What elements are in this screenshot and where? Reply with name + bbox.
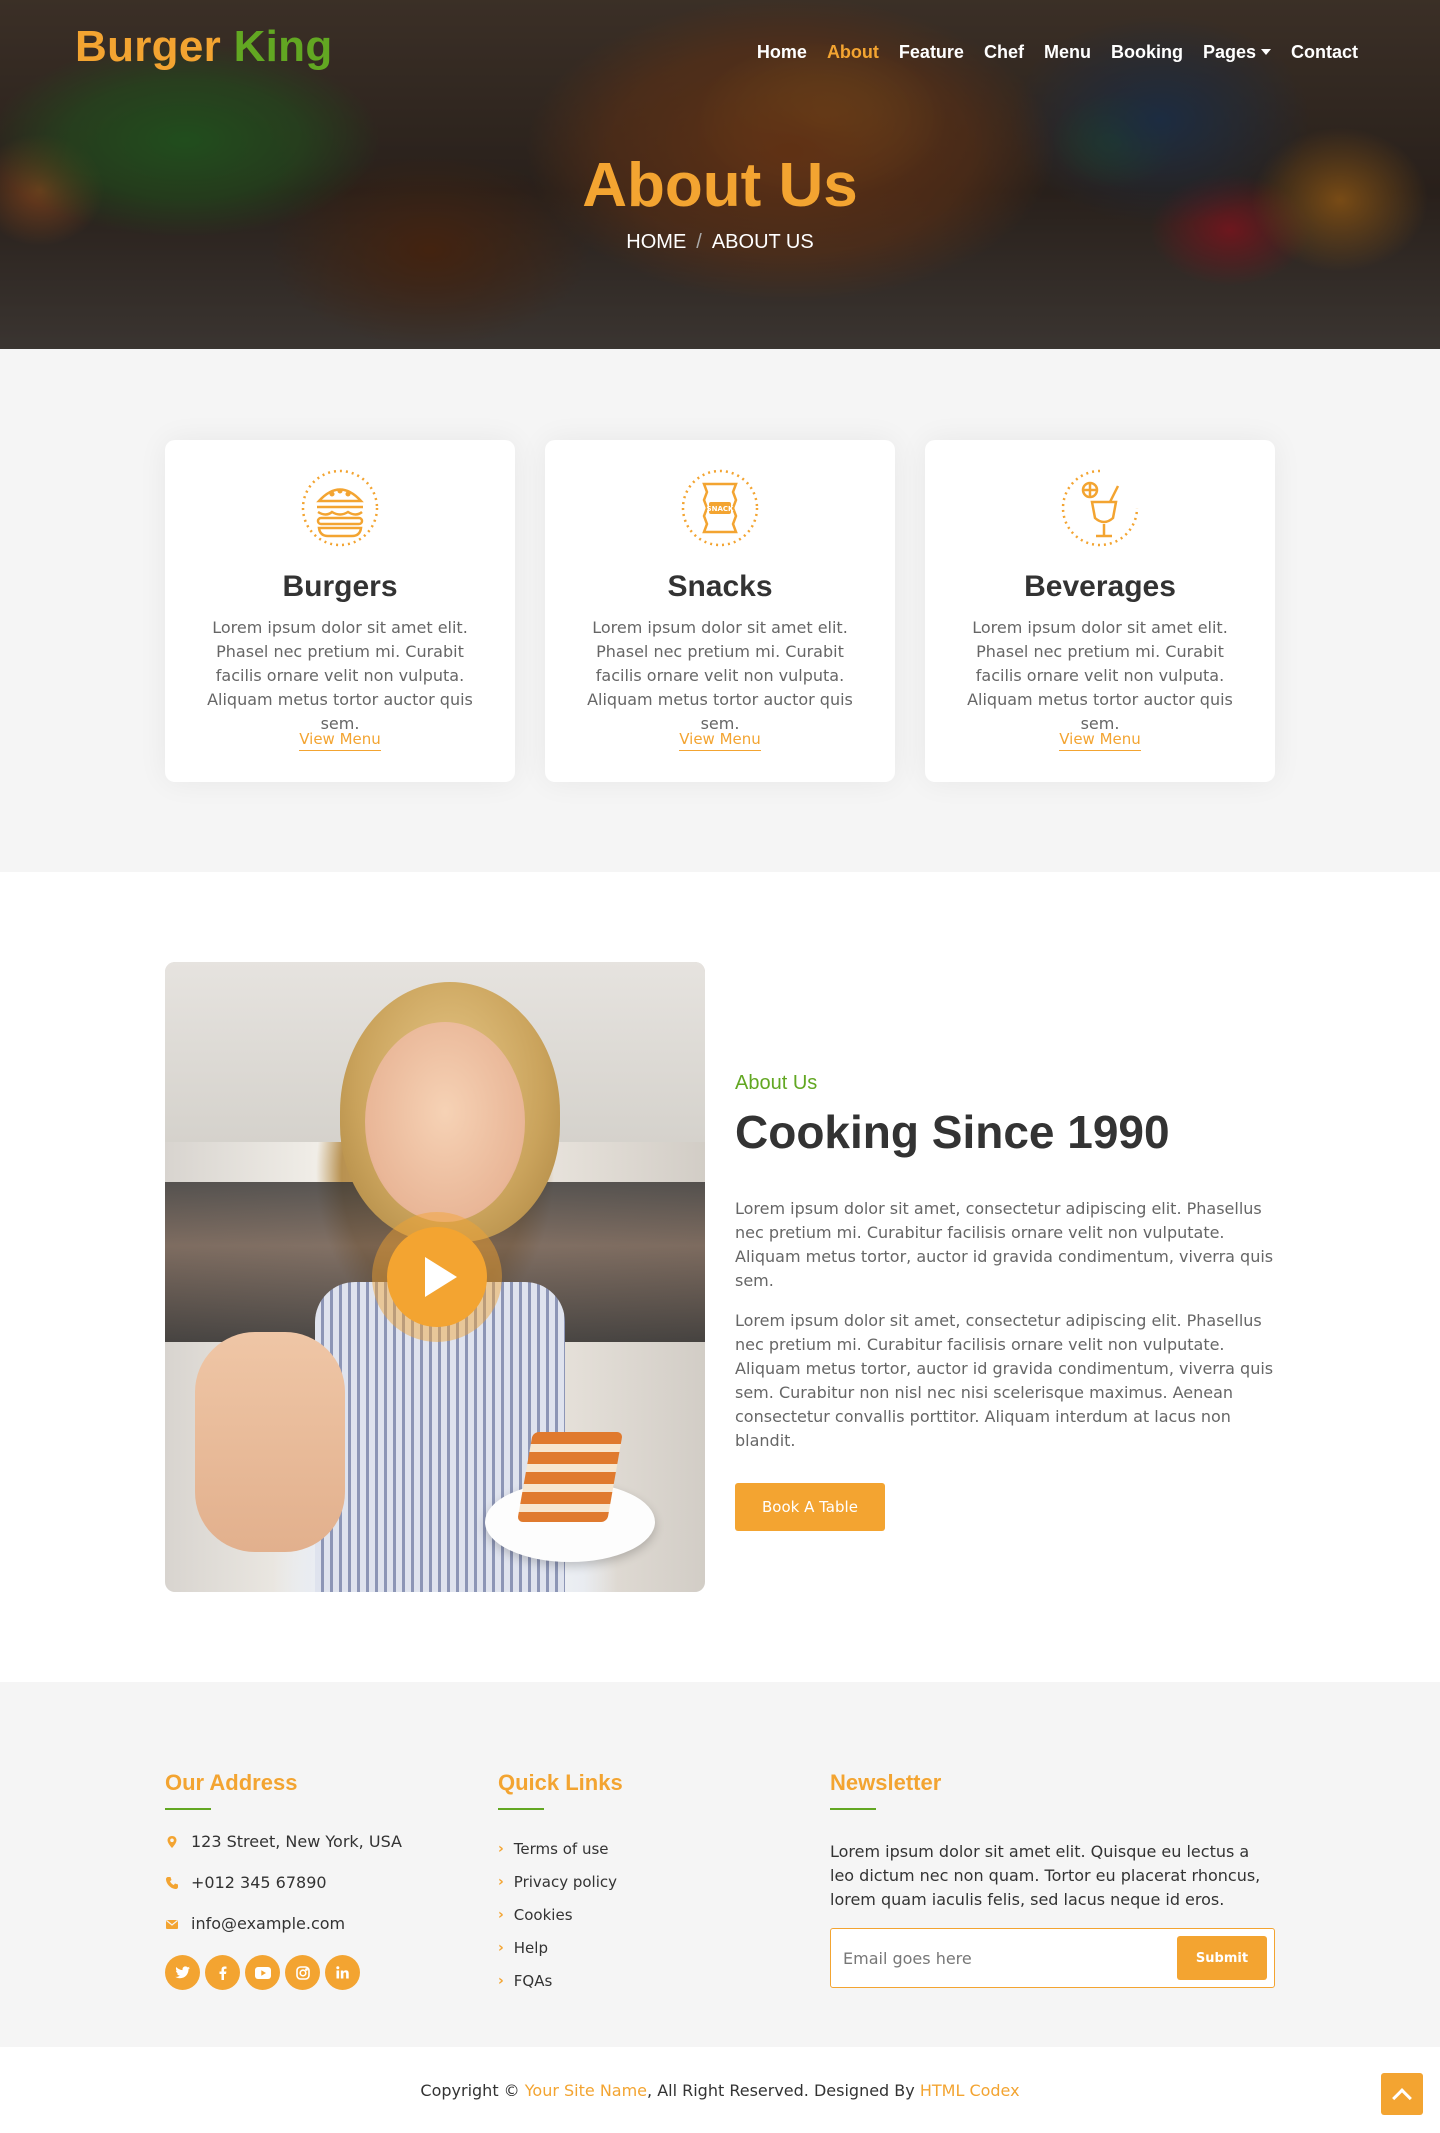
services-section: Burgers Lorem ipsum dolor sit amet elit.… <box>0 349 1440 872</box>
svg-text:SNACK: SNACK <box>707 505 734 513</box>
newsletter-submit-button[interactable]: Submit <box>1177 1936 1267 1980</box>
chevron-right-icon: › <box>498 1940 504 1956</box>
book-table-button[interactable]: Book A Table <box>735 1483 885 1531</box>
section-tag: About Us <box>735 1072 818 1094</box>
social-links <box>165 1955 402 1990</box>
newsletter-text: Lorem ipsum dolor sit amet elit. Quisque… <box>830 1842 1261 1909</box>
arrow-up-icon <box>1392 2087 1412 2108</box>
page-title: About Us <box>582 151 858 220</box>
breadcrumb-home[interactable]: HOME <box>626 231 686 254</box>
chef-photo <box>165 962 705 1592</box>
footer-newsletter: Newsletter Lorem ipsum dolor sit amet el… <box>830 1770 1275 1988</box>
quick-link-faqs[interactable]: › FQAs <box>498 1972 623 1990</box>
quick-link-help[interactable]: › Help <box>498 1939 623 1957</box>
service-card-burgers: Burgers Lorem ipsum dolor sit amet elit.… <box>165 440 515 782</box>
beverage-icon <box>1061 469 1139 547</box>
footer-quick-links: Quick Links › Terms of use › Privacy polic… <box>498 1770 623 1990</box>
quick-link-terms[interactable]: › Terms of use <box>498 1840 623 1858</box>
about-section: About Us Cooking Since 1990 Lorem ipsum … <box>0 872 1440 1682</box>
breadcrumb-current: ABOUT US <box>711 231 814 253</box>
caret-down-icon <box>1261 49 1271 55</box>
service-text: Lorem ipsum dolor sit amet elit. Phasel … <box>207 618 473 733</box>
nav-home[interactable]: Home <box>747 40 817 64</box>
youtube-icon[interactable] <box>245 1955 280 1990</box>
service-text: Lorem ipsum dolor sit amet elit. Phasel … <box>587 618 853 733</box>
about-content: About Us Cooking Since 1990 Lorem ipsum … <box>735 1072 1275 1531</box>
nav-pages-label: Pages <box>1202 42 1256 62</box>
nav-booking[interactable]: Booking <box>1101 40 1193 64</box>
main-nav: Home About Feature Chef Menu Booking Pag… <box>747 40 1368 64</box>
breadcrumb-separator: / <box>696 231 702 253</box>
quick-link-cookies[interactable]: › Cookies <box>498 1906 623 1924</box>
brand-part2: King <box>233 22 333 71</box>
back-to-top-button[interactable] <box>1381 2073 1423 2115</box>
phone-icon <box>166 1876 178 1889</box>
quick-link-privacy[interactable]: › Privacy policy <box>498 1873 623 1891</box>
twitter-icon[interactable] <box>165 1955 200 1990</box>
newsletter-form: Submit <box>830 1928 1275 1988</box>
service-card-snacks: SNACK Snacks Lorem ipsum dolor sit amet … <box>545 440 895 782</box>
view-menu-link[interactable]: View Menu <box>299 730 381 751</box>
copyright-bar: Copyright © Your Site Name , All Right R… <box>0 2047 1440 2133</box>
service-card-beverages: Beverages Lorem ipsum dolor sit amet eli… <box>925 440 1275 782</box>
chevron-right-icon: › <box>498 1907 504 1923</box>
service-title: Burgers <box>282 570 398 603</box>
footer: Our Address 123 Street, New York, USA +0… <box>0 1682 1440 2047</box>
service-title: Snacks <box>667 570 773 603</box>
brand-logo[interactable]: Burger King <box>75 22 333 72</box>
chevron-right-icon: › <box>498 1874 504 1890</box>
about-paragraph-2: Lorem ipsum dolor sit amet, consectetur … <box>735 1311 1274 1450</box>
linkedin-icon[interactable] <box>325 1955 360 1990</box>
nav-about[interactable]: About <box>817 40 889 64</box>
designer-link[interactable]: HTML Codex <box>920 2081 1020 2100</box>
view-menu-link[interactable]: View Menu <box>679 730 761 751</box>
map-marker-icon <box>167 1835 177 1848</box>
address-phone: +012 345 67890 <box>165 1873 402 1892</box>
chevron-right-icon: › <box>498 1841 504 1857</box>
view-menu-link[interactable]: View Menu <box>1059 730 1141 751</box>
brand-part1: Burger <box>75 22 222 71</box>
video-play-button[interactable] <box>372 1212 502 1342</box>
chevron-right-icon: › <box>498 1973 504 1989</box>
play-icon <box>425 1257 457 1297</box>
footer-address: Our Address 123 Street, New York, USA +0… <box>165 1770 402 1990</box>
burger-icon <box>301 469 379 547</box>
footer-heading: Newsletter <box>830 1770 942 1795</box>
footer-heading: Quick Links <box>498 1770 623 1795</box>
nav-contact[interactable]: Contact <box>1281 40 1368 64</box>
footer-heading: Our Address <box>165 1770 298 1795</box>
nav-menu[interactable]: Menu <box>1034 40 1101 64</box>
service-text: Lorem ipsum dolor sit amet elit. Phasel … <box>967 618 1233 733</box>
address-email: info@example.com <box>165 1914 402 1933</box>
envelope-icon <box>166 1919 178 1929</box>
section-title: Cooking Since 1990 <box>735 1106 1170 1158</box>
site-name-link[interactable]: Your Site Name <box>525 2081 647 2100</box>
instagram-icon[interactable] <box>285 1955 320 1990</box>
newsletter-email-input[interactable] <box>843 1929 1153 1987</box>
address-street: 123 Street, New York, USA <box>165 1832 402 1851</box>
snack-icon: SNACK <box>681 469 759 547</box>
hero-header: Burger King Home About Feature Chef Menu… <box>0 0 1440 349</box>
service-title: Beverages <box>1024 570 1176 603</box>
breadcrumb: HOME / ABOUT US <box>0 231 1440 254</box>
nav-feature[interactable]: Feature <box>889 40 974 64</box>
facebook-icon[interactable] <box>205 1955 240 1990</box>
nav-pages-dropdown[interactable]: Pages <box>1193 40 1281 64</box>
about-paragraph-1: Lorem ipsum dolor sit amet, consectetur … <box>735 1199 1274 1290</box>
nav-chef[interactable]: Chef <box>974 40 1034 64</box>
